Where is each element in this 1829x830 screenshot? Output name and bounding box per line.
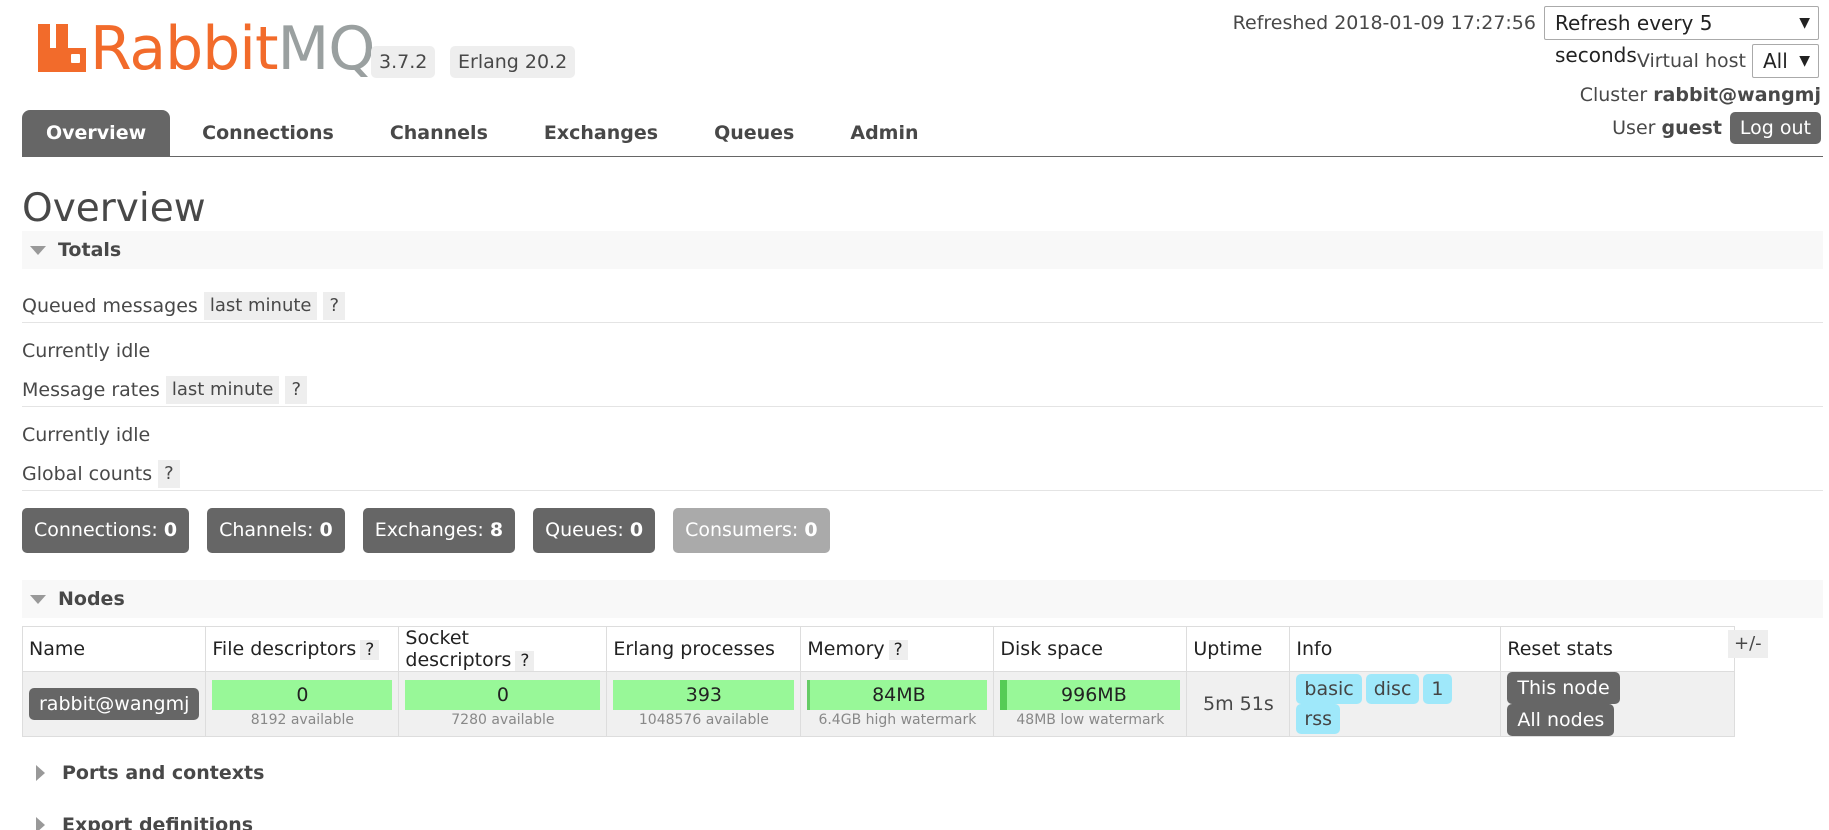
- column-header-info: Info: [1289, 626, 1502, 672]
- rabbitmq-logo: RabbitMQ TM: [38, 14, 388, 84]
- help-icon[interactable]: ?: [515, 651, 535, 671]
- exchanges-count-button[interactable]: Exchanges: 8: [362, 508, 516, 553]
- collapse-triangle-icon: [30, 245, 46, 255]
- queued-messages-range[interactable]: last minute: [203, 291, 318, 320]
- uptime-cell: 5m 51s: [1186, 671, 1291, 737]
- cluster-line: Cluster rabbit@wangmj: [1579, 84, 1821, 106]
- memory-cell: 84MB 6.4GB high watermark: [800, 671, 995, 737]
- info-tag-basic: basic: [1296, 674, 1362, 704]
- erlang-version-badge: Erlang 20.2: [450, 46, 576, 78]
- file-descriptors-cell: 0 8192 available: [205, 671, 400, 737]
- global-counts-row: Global counts ?: [22, 457, 1823, 491]
- table-header-row: Name File descriptors? Socket descriptor…: [21, 626, 1736, 672]
- totals-section-toggle[interactable]: Totals: [22, 231, 1823, 269]
- tab-admin[interactable]: Admin: [826, 110, 942, 157]
- info-tag-disc: disc: [1365, 674, 1420, 704]
- tab-exchanges[interactable]: Exchanges: [520, 110, 682, 157]
- expand-triangle-icon: [36, 817, 45, 830]
- column-toggle-button[interactable]: +/-: [1728, 630, 1768, 658]
- dropdown-arrow-icon: ▼: [1799, 53, 1810, 69]
- node-name-link[interactable]: rabbit@wangmj: [29, 688, 200, 720]
- cluster-name: rabbit@wangmj: [1653, 84, 1821, 106]
- connections-count-button[interactable]: Connections: 0: [22, 508, 190, 553]
- queued-messages-row: Queued messages last minute ?: [22, 289, 1823, 323]
- table-row: rabbit@wangmj 0 8192 available 0 7280 av…: [21, 671, 1736, 737]
- column-header-erlang-processes: Erlang processes: [606, 626, 802, 672]
- message-rates-range[interactable]: last minute: [165, 375, 280, 404]
- help-icon[interactable]: ?: [158, 459, 180, 488]
- help-icon[interactable]: ?: [360, 640, 380, 660]
- global-counts: Connections: 0 Channels: 0 Exchanges: 8 …: [22, 508, 848, 553]
- queues-count-button[interactable]: Queues: 0: [533, 508, 656, 553]
- virtual-host-label: Virtual host: [1636, 50, 1746, 72]
- ports-contexts-section-toggle[interactable]: Ports and contexts: [22, 754, 1823, 792]
- help-icon[interactable]: ?: [888, 640, 908, 660]
- socket-descriptors-cell: 0 7280 available: [398, 671, 608, 737]
- message-rates-row: Message rates last minute ?: [22, 373, 1823, 407]
- info-tag-count: 1: [1423, 674, 1452, 704]
- reset-this-node-button[interactable]: This node: [1507, 672, 1620, 704]
- refreshed-timestamp: Refreshed 2018-01-09 17:27:56: [1232, 12, 1536, 34]
- column-header-socket-descriptors: Socket descriptors?: [398, 626, 608, 672]
- refresh-interval-select[interactable]: Refresh every 5 seconds ▼: [1544, 6, 1819, 67]
- socket-descriptors-bar: 0: [405, 680, 601, 710]
- queued-idle-text: Currently idle: [22, 340, 151, 362]
- collapse-triangle-icon: [30, 594, 46, 604]
- consumers-count-badge: Consumers: 0: [673, 508, 830, 553]
- tab-channels[interactable]: Channels: [366, 110, 512, 157]
- main-nav-tabs: Overview Connections Channels Exchanges …: [22, 110, 1823, 157]
- erlang-processes-bar: 393: [613, 680, 795, 710]
- column-header-disk-space: Disk space: [993, 626, 1188, 672]
- reset-stats-cell: This node All nodes: [1500, 671, 1736, 737]
- page-title: Overview: [22, 186, 206, 231]
- column-header-uptime: Uptime: [1186, 626, 1291, 672]
- file-descriptors-bar: 0: [212, 680, 393, 710]
- nodes-table: Name File descriptors? Socket descriptor…: [21, 626, 1736, 737]
- help-icon[interactable]: ?: [285, 375, 308, 404]
- rates-idle-text: Currently idle: [22, 424, 151, 446]
- help-icon[interactable]: ?: [323, 291, 346, 320]
- erlang-processes-cell: 393 1048576 available: [606, 671, 802, 737]
- disk-space-cell: 996MB 48MB low watermark: [993, 671, 1188, 737]
- tab-queues[interactable]: Queues: [690, 110, 818, 157]
- version-badge: 3.7.2: [371, 46, 436, 78]
- column-header-reset-stats: Reset stats: [1500, 626, 1736, 672]
- info-cell: basic disc 1 rss: [1289, 671, 1502, 737]
- logo-text: RabbitMQ: [90, 14, 376, 84]
- export-definitions-section-toggle[interactable]: Export definitions: [22, 806, 1823, 830]
- info-tag-rss: rss: [1296, 704, 1340, 734]
- nodes-section-toggle[interactable]: Nodes: [22, 580, 1823, 618]
- column-header-name: Name: [21, 626, 207, 672]
- memory-bar: 84MB: [807, 680, 988, 710]
- expand-triangle-icon: [36, 765, 45, 781]
- column-header-file-descriptors: File descriptors?: [205, 626, 400, 672]
- column-header-memory: Memory?: [800, 626, 995, 672]
- tab-connections[interactable]: Connections: [178, 110, 358, 157]
- refresh-line: Refreshed 2018-01-09 17:27:56 Refresh ev…: [1232, 6, 1819, 67]
- tab-overview[interactable]: Overview: [22, 110, 171, 157]
- virtual-host-line: Virtual host All ▼: [1637, 44, 1819, 78]
- dropdown-arrow-icon: ▼: [1799, 15, 1810, 31]
- rabbitmq-logo-icon: [38, 24, 86, 72]
- reset-all-nodes-button[interactable]: All nodes: [1507, 704, 1615, 736]
- disk-space-bar: 996MB: [1000, 680, 1181, 710]
- virtual-host-select[interactable]: All ▼: [1752, 44, 1819, 78]
- channels-count-button[interactable]: Channels: 0: [207, 508, 345, 553]
- node-name-cell: rabbit@wangmj: [21, 671, 207, 737]
